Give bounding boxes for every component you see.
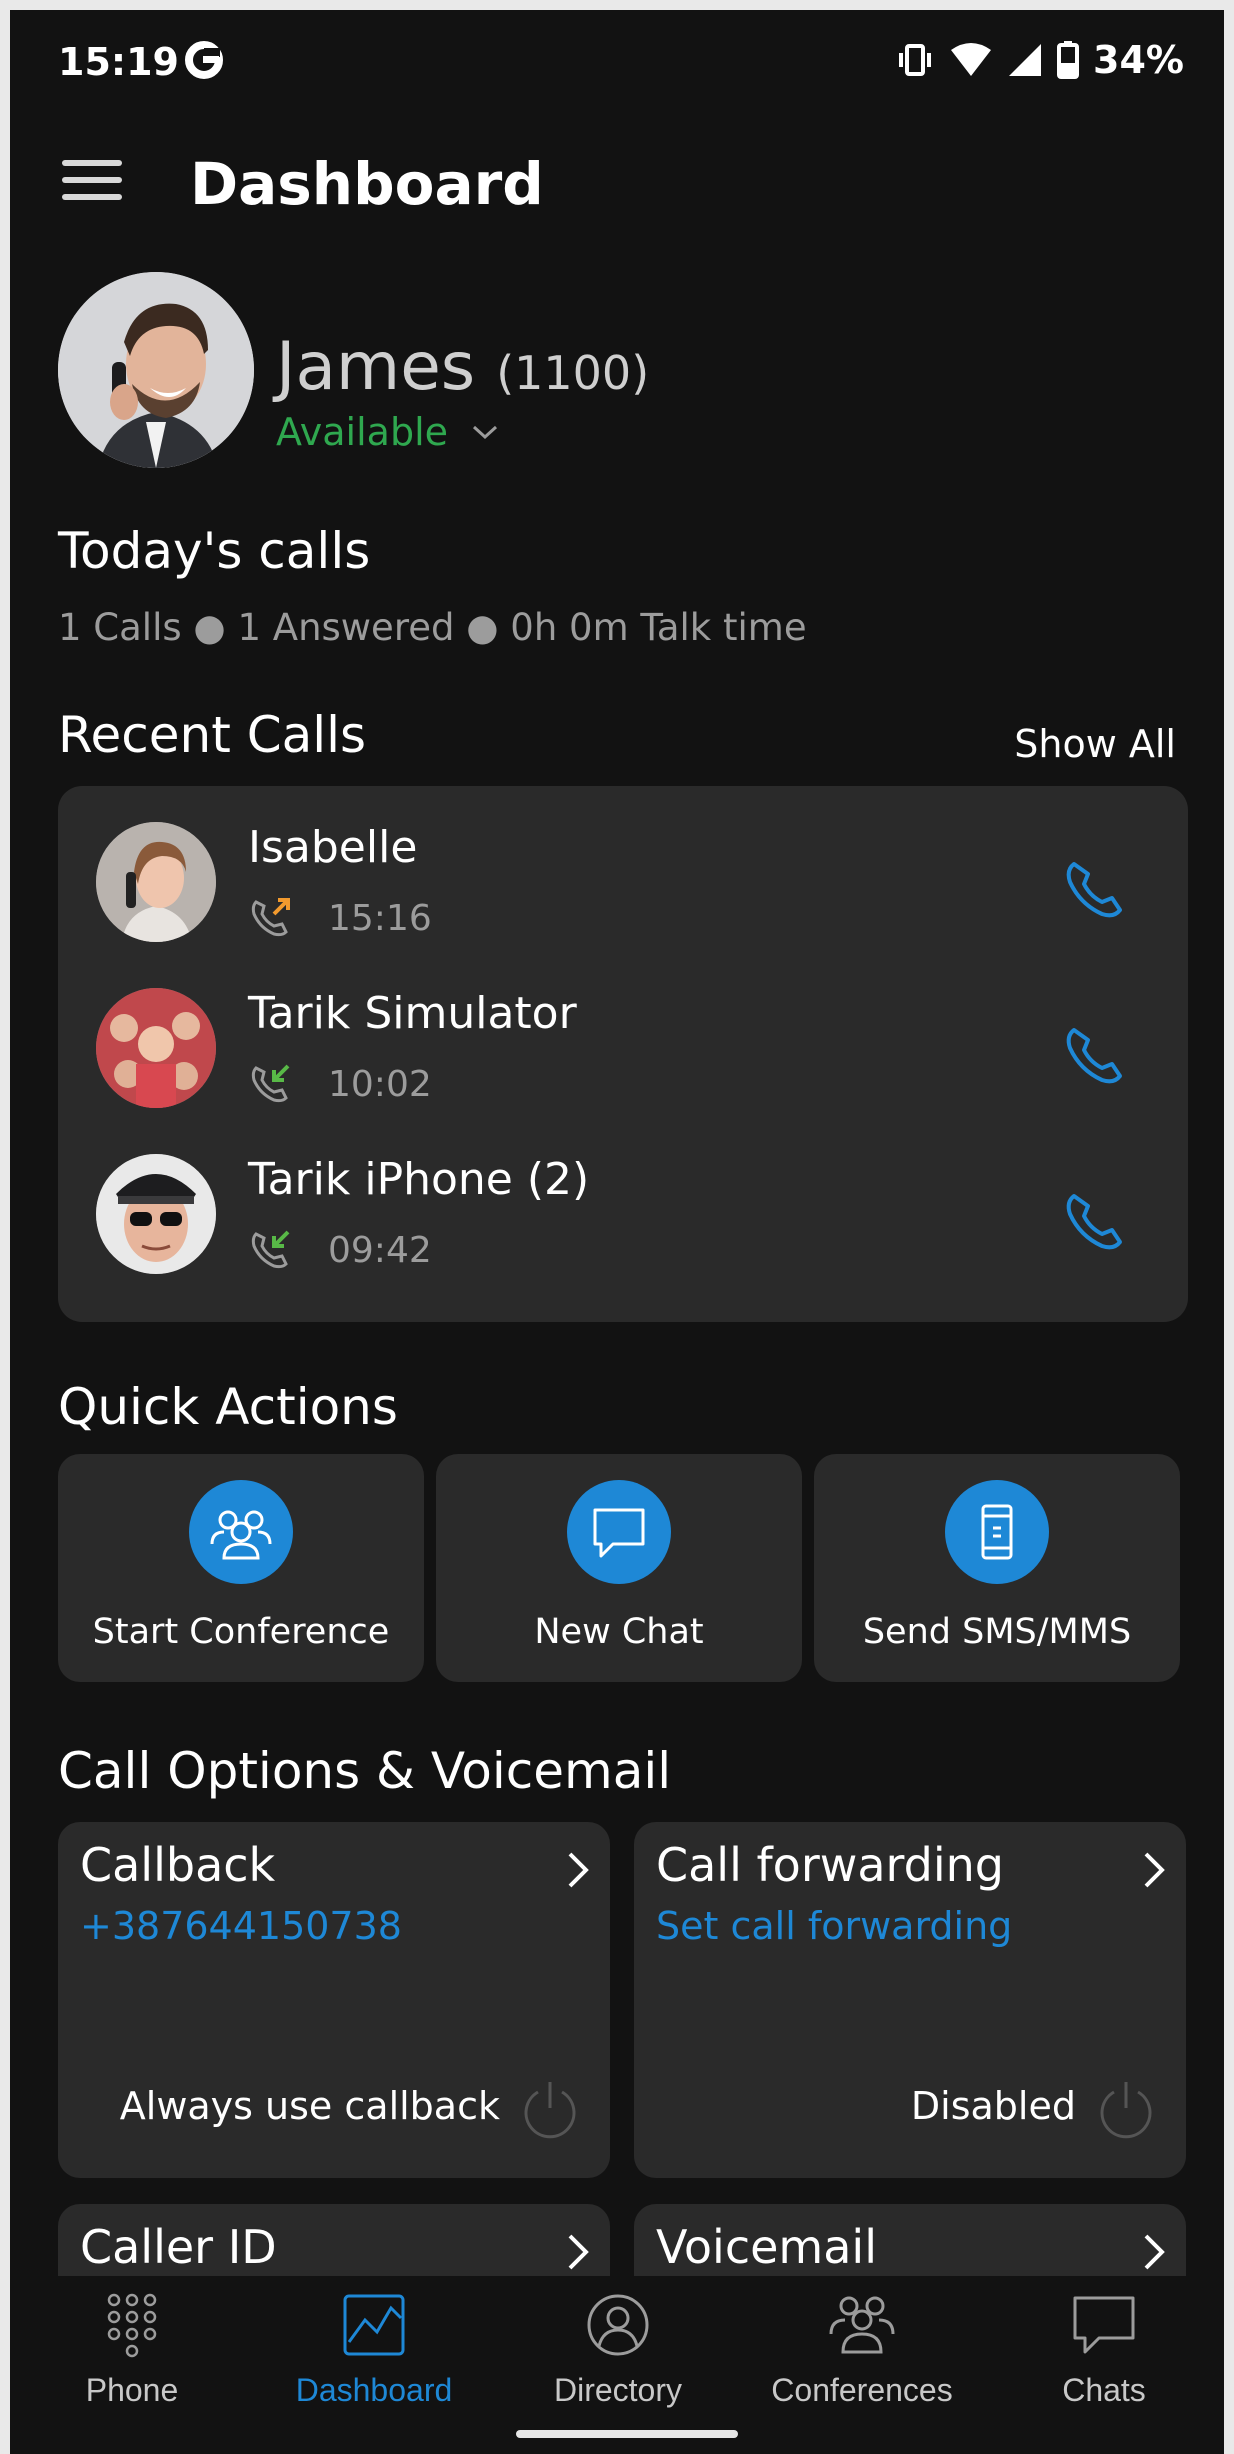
mobile-phone-icon <box>945 1480 1049 1584</box>
power-icon[interactable] <box>520 2078 580 2140</box>
todays-calls-summary: 1 Calls ● 1 Answered ● 0h 0m Talk time <box>58 606 807 649</box>
call-forwarding-status: Disabled <box>910 2084 1076 2128</box>
status-time: 15:19 <box>58 40 179 84</box>
recent-calls-title: Recent Calls <box>58 706 367 764</box>
nav-phone[interactable]: Phone <box>12 2276 252 2420</box>
conference-icon <box>189 1480 293 1584</box>
avatar-photo <box>58 272 254 468</box>
phone-call-icon[interactable] <box>1062 856 1128 922</box>
app-screen: 15:19 34% Dashboard James (1100) Availab… <box>10 10 1224 2454</box>
chevron-right-icon <box>568 2234 589 2270</box>
signal-icon <box>1009 44 1042 76</box>
bottom-navigation: Phone Dashboard Directory Conferences Ch… <box>10 2276 1224 2420</box>
nav-label: Phone <box>85 2372 179 2408</box>
contact-avatar <box>96 988 216 1108</box>
outgoing-call-icon <box>251 898 290 937</box>
chevron-right-icon <box>568 1852 589 1888</box>
nav-conferences[interactable]: Conferences <box>742 2276 982 2420</box>
recent-call-row[interactable]: Tarik iPhone (2) 09:42 <box>58 1130 1188 1280</box>
battery-percent: 34% <box>1093 38 1184 82</box>
nav-label: Chats <box>1062 2372 1146 2408</box>
home-indicator[interactable] <box>516 2430 738 2438</box>
start-conference-button[interactable]: Start Conference <box>58 1454 424 1682</box>
menu-icon[interactable] <box>62 160 122 208</box>
call-time: 09:42 <box>328 1230 432 1271</box>
user-avatar[interactable] <box>58 272 254 468</box>
profile-name: James (1100) <box>276 328 649 405</box>
nav-label: Directory <box>553 2372 682 2408</box>
send-sms-label: Send SMS/MMS <box>862 1612 1132 1652</box>
chevron-down-icon <box>473 425 498 440</box>
callback-card[interactable]: Callback +387644150738 Always use callba… <box>58 1822 610 2178</box>
presence-status-label: Available <box>276 410 449 454</box>
call-time: 10:02 <box>328 1064 432 1105</box>
contact-name: Isabelle <box>248 822 418 873</box>
chat-icon <box>567 1480 671 1584</box>
recent-call-row[interactable]: Isabelle 15:16 <box>58 798 1188 948</box>
phone-call-icon[interactable] <box>1062 1022 1128 1088</box>
nav-label: Dashboard <box>295 2372 453 2408</box>
call-forwarding-card[interactable]: Call forwarding Set call forwarding Disa… <box>634 1822 1186 2178</box>
callback-number: +387644150738 <box>80 1904 402 1948</box>
nav-chats[interactable]: Chats <box>984 2276 1224 2420</box>
vibrate-icon <box>899 44 932 76</box>
contact-name: Tarik iPhone (2) <box>248 1154 590 1205</box>
recent-calls-card: Isabelle 15:16 Tarik Simulator 10:02 Tar… <box>58 786 1188 1322</box>
send-sms-button[interactable]: Send SMS/MMS <box>814 1454 1180 1682</box>
app-bar: Dashboard <box>10 120 1224 250</box>
new-chat-button[interactable]: New Chat <box>436 1454 802 1682</box>
contact-avatar <box>96 822 216 942</box>
google-icon <box>185 41 223 79</box>
voicemail-title: Voicemail <box>656 2220 877 2274</box>
contact-avatar <box>96 1154 216 1274</box>
status-bar: 15:19 34% <box>10 10 1224 110</box>
nav-directory[interactable]: Directory <box>498 2276 738 2420</box>
recent-call-row[interactable]: Tarik Simulator 10:02 <box>58 964 1188 1114</box>
call-options-title: Call Options & Voicemail <box>58 1742 672 1800</box>
call-forwarding-title: Call forwarding <box>656 1838 1004 1892</box>
directory-icon <box>587 2294 649 2356</box>
incoming-call-icon <box>251 1064 290 1103</box>
show-all-link[interactable]: Show All <box>1014 722 1176 766</box>
wifi-icon <box>951 43 992 76</box>
nav-dashboard[interactable]: Dashboard <box>254 2276 494 2420</box>
presence-status-dropdown[interactable]: Available <box>276 410 498 454</box>
power-icon[interactable] <box>1096 2078 1156 2140</box>
battery-icon <box>1057 41 1080 79</box>
todays-calls-title: Today's calls <box>58 522 371 580</box>
chats-icon <box>1073 2296 1135 2354</box>
dashboard-icon <box>343 2294 405 2356</box>
chevron-right-icon <box>1144 1852 1165 1888</box>
page-title: Dashboard <box>190 150 544 218</box>
profile-name-text: James <box>276 328 476 405</box>
dialpad-icon <box>107 2293 157 2358</box>
nav-label: Conferences <box>771 2372 953 2408</box>
callback-footer: Always use callback <box>119 2084 500 2128</box>
call-time: 15:16 <box>328 898 432 939</box>
conferences-icon <box>829 2296 895 2354</box>
status-icons: 34% <box>895 38 1184 82</box>
quick-actions-title: Quick Actions <box>58 1378 398 1436</box>
chevron-right-icon <box>1144 2234 1165 2270</box>
start-conference-label: Start Conference <box>92 1612 390 1652</box>
callback-title: Callback <box>80 1838 276 1892</box>
profile-extension: (1100) <box>496 346 650 400</box>
contact-name: Tarik Simulator <box>248 988 577 1039</box>
phone-call-icon[interactable] <box>1062 1188 1128 1254</box>
new-chat-label: New Chat <box>534 1612 704 1652</box>
caller-id-title: Caller ID <box>80 2220 277 2274</box>
incoming-call-icon <box>251 1230 290 1269</box>
set-call-forwarding-link[interactable]: Set call forwarding <box>656 1904 1012 1948</box>
